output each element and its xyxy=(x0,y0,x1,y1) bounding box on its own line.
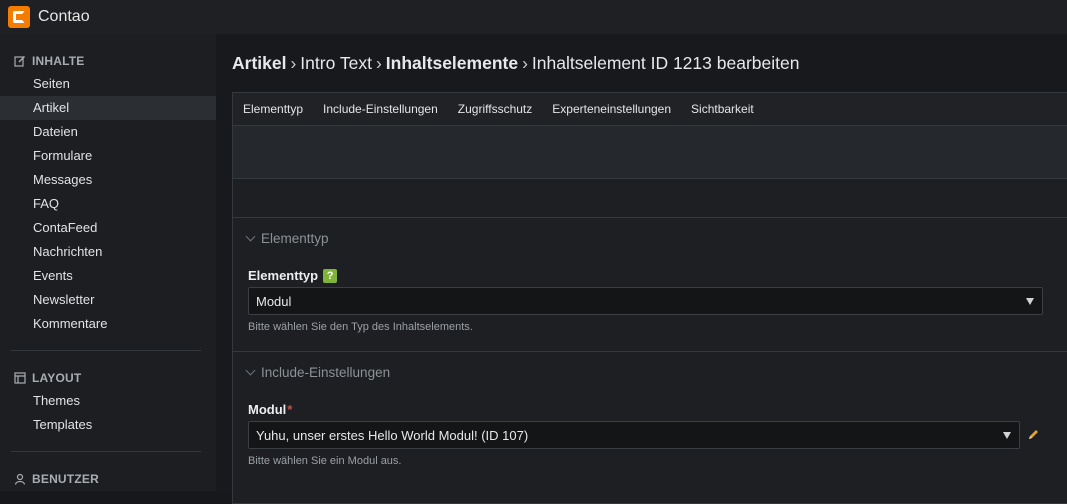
field-modul: Modul * Yuhu, unser erstes Hello World M… xyxy=(233,402,1067,467)
edit-panel: Elementtyp Include-Einstellungen Zugriff… xyxy=(232,92,1067,504)
help-icon[interactable]: ? xyxy=(323,268,338,283)
fieldset-toggle-include[interactable]: Include-Einstellungen xyxy=(233,352,1067,394)
sidebar: INHALTE Seiten Artikel Dateien Formulare… xyxy=(0,34,216,491)
app-title[interactable]: Contao xyxy=(38,8,90,26)
sidebar-item-themes[interactable]: Themes xyxy=(0,389,216,413)
sidebar-item-artikel[interactable]: Artikel xyxy=(0,96,216,120)
top-bar: Contao xyxy=(0,0,1067,34)
tab-zugriffsschutz[interactable]: Zugriffsschutz xyxy=(458,102,532,116)
fieldset-toggle-elementtyp[interactable]: Elementtyp xyxy=(233,218,1067,260)
sidebar-item-templates[interactable]: Templates xyxy=(0,413,216,437)
field-label: Elementtyp ? xyxy=(248,268,1043,283)
chevron-down-icon xyxy=(245,365,256,375)
tab-include-einstellungen[interactable]: Include-Einstellungen xyxy=(323,102,438,116)
breadcrumb-separator: › xyxy=(290,53,297,73)
required-marker: * xyxy=(287,402,293,417)
modul-select[interactable]: Yuhu, unser erstes Hello World Modul! (I… xyxy=(248,421,1020,449)
sidebar-item-formulare[interactable]: Formulare xyxy=(0,144,216,168)
edit-icon xyxy=(14,56,25,67)
field-label-text: Elementtyp xyxy=(248,268,319,283)
sidebar-divider xyxy=(11,451,201,452)
toolbar xyxy=(233,126,1067,179)
nav-group-label: BENUTZER xyxy=(32,472,99,486)
tab-experteneinstellungen[interactable]: Experteneinstellungen xyxy=(552,102,671,116)
sidebar-divider xyxy=(11,350,201,351)
edit-pencil-icon[interactable] xyxy=(1026,428,1040,442)
dropdown-arrow-icon xyxy=(1026,297,1034,305)
sidebar-item-dateien[interactable]: Dateien xyxy=(0,120,216,144)
nav-group-label: LAYOUT xyxy=(32,371,82,385)
user-icon xyxy=(14,473,26,485)
breadcrumb: Artikel › Intro Text › Inhaltselemente › Inhal… xyxy=(232,53,799,74)
tab-sichtbarkeit[interactable]: Sichtbarkeit xyxy=(691,102,754,116)
spacer xyxy=(233,179,1067,218)
nav-group-benutzer[interactable]: BENUTZER xyxy=(14,472,216,486)
field-hint: Bitte wählen Sie den Typ des Inhaltselem… xyxy=(248,321,473,333)
sidebar-item-newsletter[interactable]: Newsletter xyxy=(0,288,216,312)
sidebar-item-contafeed[interactable]: ContaFeed xyxy=(0,216,216,240)
field-hint: Bitte wählen Sie ein Modul aus. xyxy=(248,455,402,467)
main-content: Artikel › Intro Text › Inhaltselemente › Inhal… xyxy=(216,34,1067,504)
tab-elementtyp[interactable]: Elementtyp xyxy=(243,102,303,116)
fieldset-legend: Include-Einstellungen xyxy=(261,365,391,380)
layout-icon xyxy=(14,372,26,384)
chevron-down-icon xyxy=(245,231,256,241)
breadcrumb-inhaltselemente[interactable]: Inhaltselemente xyxy=(386,53,518,73)
elementtyp-select[interactable]: Modul xyxy=(248,287,1043,315)
nav-group-label: INHALTE xyxy=(32,54,85,68)
fieldset-legend: Elementtyp xyxy=(261,231,329,246)
breadcrumb-separator: › xyxy=(375,53,382,73)
modul-row: Yuhu, unser erstes Hello World Modul! (I… xyxy=(248,417,1067,449)
dropdown-arrow-icon xyxy=(1003,431,1011,439)
sidebar-item-nachrichten[interactable]: Nachrichten xyxy=(0,240,216,264)
select-value: Yuhu, unser erstes Hello World Modul! (I… xyxy=(256,427,529,443)
sidebar-item-faq[interactable]: FAQ xyxy=(0,192,216,216)
breadcrumb-artikel[interactable]: Artikel xyxy=(232,53,286,73)
select-value: Modul xyxy=(256,293,292,309)
sidebar-item-messages[interactable]: Messages xyxy=(0,168,216,192)
sidebar-item-kommentare[interactable]: Kommentare xyxy=(0,312,216,336)
nav-group-inhalte[interactable]: INHALTE xyxy=(14,54,216,68)
field-label: Modul * xyxy=(248,402,1067,417)
breadcrumb-current: Inhaltselement ID 1213 bearbeiten xyxy=(531,53,800,73)
section-tabs: Elementtyp Include-Einstellungen Zugriff… xyxy=(233,93,1067,126)
field-label-text: Modul xyxy=(248,402,287,417)
sidebar-item-seiten[interactable]: Seiten xyxy=(0,72,216,96)
field-elementtyp: Elementtyp ? Modul Bitte wählen Sie den … xyxy=(233,268,1043,333)
nav-group-layout[interactable]: LAYOUT xyxy=(14,371,216,385)
sidebar-item-events[interactable]: Events xyxy=(0,264,216,288)
breadcrumb-intro-text[interactable]: Intro Text xyxy=(300,53,372,73)
breadcrumb-separator: › xyxy=(522,53,528,73)
contao-logo-icon[interactable] xyxy=(8,6,30,28)
